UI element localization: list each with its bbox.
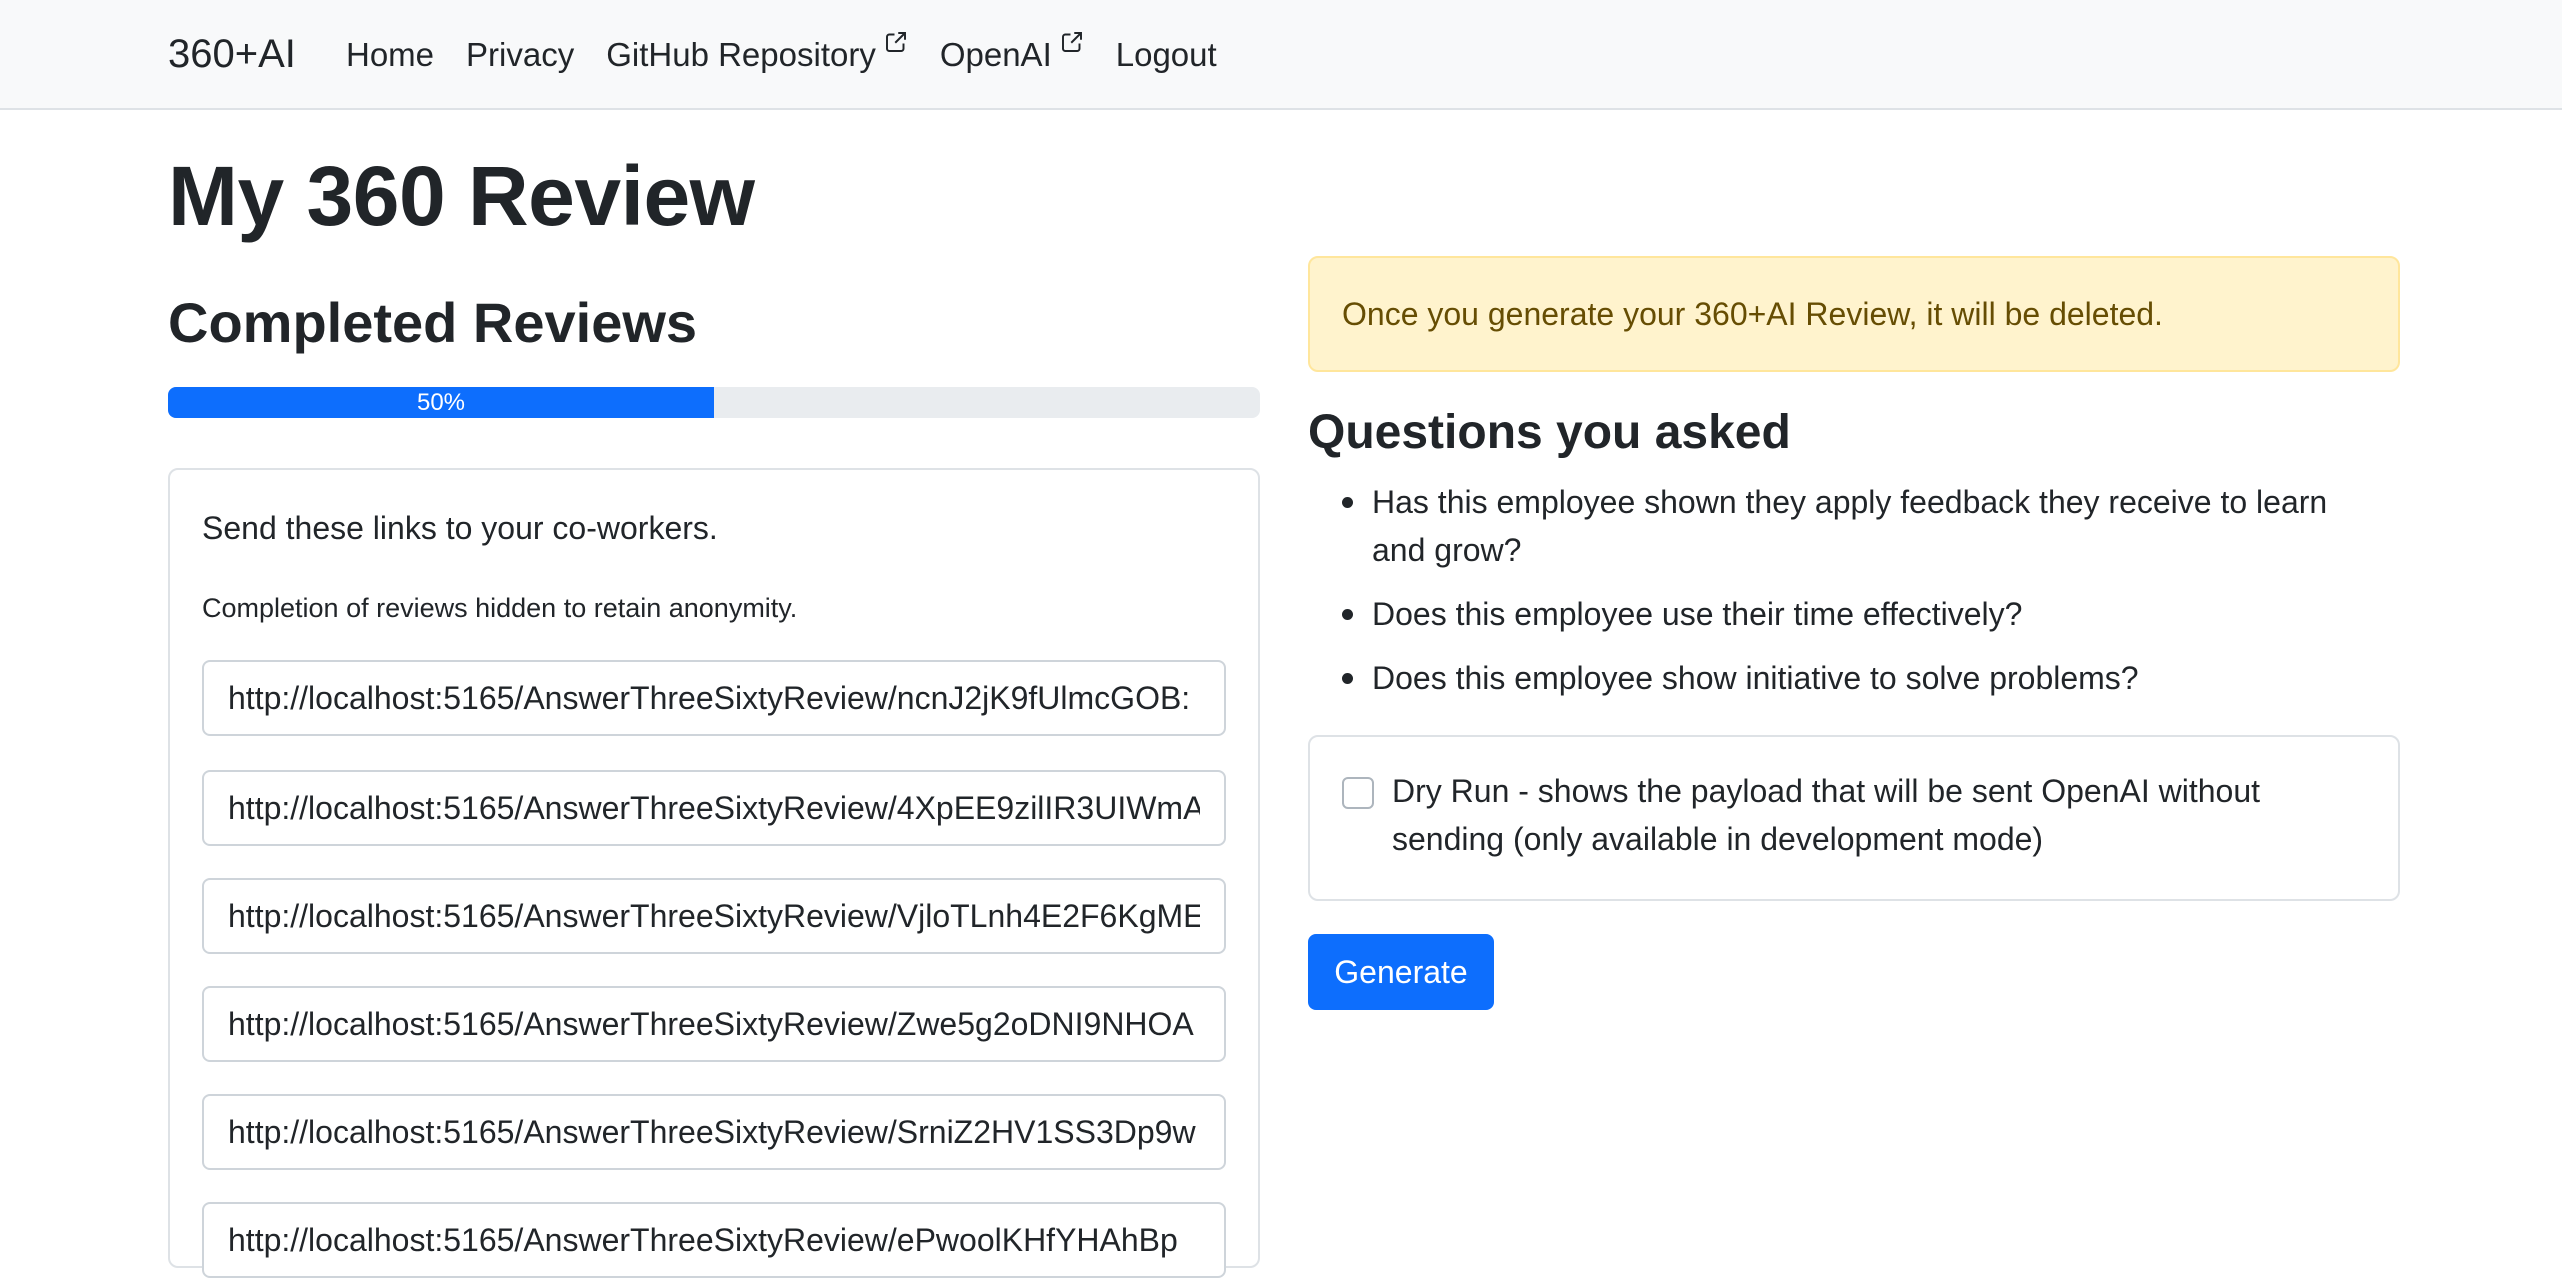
dry-run-label[interactable]: Dry Run - shows the payload that will be… [1392,767,2352,863]
review-link-input[interactable] [202,1094,1226,1170]
review-link-input[interactable] [202,1202,1226,1278]
review-link-input[interactable] [202,770,1226,846]
nav-link-privacy[interactable]: Privacy [466,32,574,78]
anonymity-note: Completion of reviews hidden to retain a… [202,593,798,623]
links-card: Send these links to your co-workers. Com… [168,468,1260,1278]
generate-button[interactable]: Generate [1308,934,1494,1010]
review-link-input[interactable] [202,660,1226,736]
question-item: Has this employee shown they apply feedb… [1308,478,2372,574]
nav-link-github[interactable]: GitHub Repository [606,32,908,78]
nav-links: Home Privacy GitHub Repository OpenAI Lo… [346,32,1249,78]
nav-link-label: Logout [1115,36,1217,73]
nav-link-openai[interactable]: OpenAI [940,32,1084,78]
external-link-icon [885,32,906,52]
review-link-input[interactable] [202,986,1226,1062]
nav-link-home[interactable]: Home [346,32,434,78]
completed-reviews-title: Completed Reviews [168,291,698,354]
review-link-input[interactable] [202,878,1226,954]
nav-link-label: GitHub Repository [606,36,876,73]
question-item: Does this employee show initiative to so… [1308,654,2372,702]
questions-title: Questions you asked [1308,406,1791,459]
page-title: My 360 Review [168,149,755,243]
question-item: Does this employee use their time effect… [1308,590,2372,638]
brand-link[interactable]: 360+AI [168,28,296,80]
nav-link-label: Home [346,36,435,73]
external-link-icon [1061,32,1082,52]
progress-bar: 50% [168,387,714,418]
nav-link-label: OpenAI [939,36,1052,73]
nav-link-label: Privacy [466,36,575,73]
dry-run-checkbox[interactable] [1342,777,1374,809]
questions-list: Has this employee shown they apply feedb… [1308,478,2400,718]
review-progress: 50% [168,387,1260,418]
links-intro: Send these links to your co-workers. [202,510,718,546]
nav-link-logout[interactable]: Logout [1116,32,1217,78]
navbar: 360+AI Home Privacy GitHub Repository Op… [0,0,2562,110]
deletion-warning-alert: Once you generate your 360+AI Review, it… [1308,256,2400,372]
dry-run-card: Dry Run - shows the payload that will be… [1308,735,2400,901]
